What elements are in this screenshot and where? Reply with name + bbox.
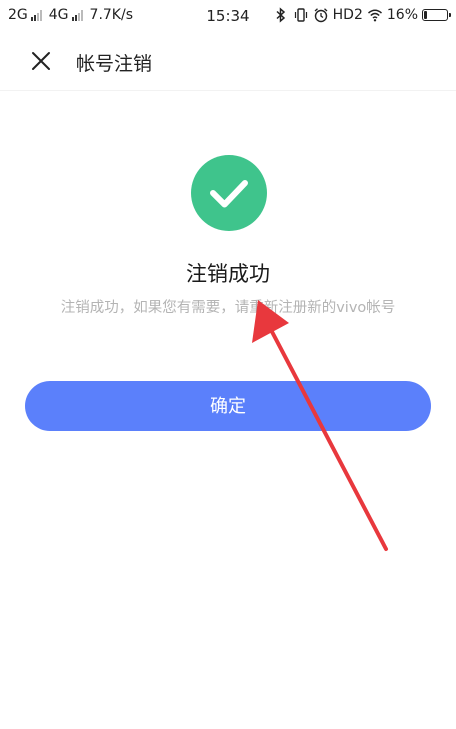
annotation-arrow <box>252 300 388 551</box>
close-button[interactable] <box>26 46 56 76</box>
wifi-icon <box>367 9 382 22</box>
alarm-clock-icon <box>314 8 328 23</box>
arrow-shaft <box>267 324 388 551</box>
success-badge <box>191 155 267 231</box>
checkmark-icon <box>210 180 248 208</box>
page-title: 帐号注销 <box>76 53 153 75</box>
app-header: 帐号注销 <box>0 32 456 91</box>
status-bar: 2G 4G 7.7K/s 15:34 HD2 16% <box>0 0 456 32</box>
confirm-button[interactable]: 确定 <box>25 381 431 431</box>
vibrate-icon <box>294 8 307 22</box>
close-icon <box>32 52 50 70</box>
battery-percent: 16% <box>386 7 418 23</box>
success-title: 注销成功 <box>186 262 270 286</box>
hd-label: HD2 <box>332 7 363 23</box>
success-description: 注销成功，如果您有需要，请重新注册新的vivo帐号 <box>60 300 396 316</box>
status-right: HD2 16% <box>273 7 451 23</box>
bluetooth-icon <box>276 7 285 23</box>
battery-icon <box>422 9 451 21</box>
